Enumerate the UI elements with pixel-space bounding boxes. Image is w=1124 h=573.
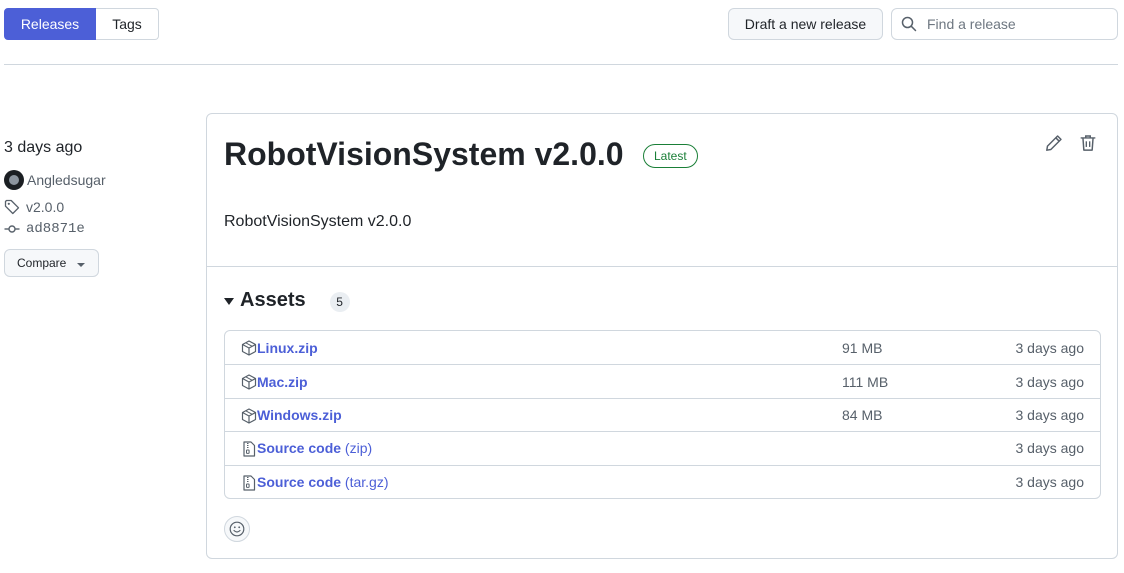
tag-icon [4, 199, 20, 215]
asset-date: 3 days ago [1015, 473, 1085, 490]
release-notes: RobotVisionSystem v2.0.0 [224, 213, 412, 230]
asset-link[interactable]: Source code (tar.gz) [257, 474, 389, 490]
asset-row: Windows.zip 84 MB 3 days ago [225, 397, 1100, 431]
release-commit[interactable]: ad8871e [4, 221, 85, 237]
file-zip-icon [243, 474, 256, 491]
release-title[interactable]: RobotVisionSystem v2.0.0 [224, 136, 624, 173]
assets-list: Linux.zip 91 MB 3 days ago Mac.zip 111 M… [224, 330, 1101, 499]
asset-row: Source code (zip) 3 days ago [225, 431, 1100, 464]
asset-row: Linux.zip 91 MB 3 days ago [225, 331, 1100, 364]
asset-date: 3 days ago [1015, 406, 1085, 423]
latest-badge: Latest [643, 144, 698, 168]
header-divider [4, 64, 1118, 65]
smiley-icon [229, 521, 245, 537]
add-reaction-button[interactable] [224, 516, 250, 542]
package-icon [241, 340, 257, 356]
asset-size: 91 MB [842, 339, 883, 356]
release-tag[interactable]: v2.0.0 [4, 199, 64, 215]
tab-tags[interactable]: Tags [96, 8, 159, 40]
avatar[interactable] [4, 170, 24, 190]
triangle-down-icon [224, 298, 234, 305]
asset-date: 3 days ago [1015, 440, 1085, 457]
pencil-icon[interactable] [1045, 134, 1063, 152]
tag-name[interactable]: v2.0.0 [26, 199, 64, 215]
commit-hash[interactable]: ad8871e [26, 221, 85, 237]
search-icon [901, 16, 917, 32]
asset-row: Source code (tar.gz) 3 days ago [225, 464, 1100, 498]
card-divider [207, 266, 1117, 267]
assets-toggle[interactable]: Assets 5 [224, 289, 350, 312]
draft-new-release-button[interactable]: Draft a new release [728, 8, 883, 40]
assets-heading: Assets [240, 289, 306, 311]
package-icon [241, 374, 257, 390]
find-release-search [891, 8, 1118, 40]
asset-size: 111 MB [842, 373, 889, 390]
compare-button[interactable]: Compare [4, 249, 99, 277]
asset-link[interactable]: Mac.zip [257, 374, 308, 390]
asset-row: Mac.zip 111 MB 3 days ago [225, 364, 1100, 397]
asset-link[interactable]: Linux.zip [257, 340, 318, 356]
package-icon [241, 408, 257, 424]
asset-date: 3 days ago [1015, 339, 1085, 356]
release-tabs: Releases Tags [4, 8, 159, 40]
asset-link[interactable]: Source code (zip) [257, 440, 372, 456]
chevron-down-icon [77, 262, 86, 267]
compare-label: Compare [17, 256, 67, 270]
release-date: 3 days ago [4, 139, 83, 156]
release-author[interactable]: Angledsugar [4, 170, 106, 190]
trash-icon[interactable] [1079, 134, 1097, 152]
asset-size: 84 MB [842, 406, 883, 423]
author-name[interactable]: Angledsugar [27, 172, 106, 188]
file-zip-icon [243, 441, 256, 457]
search-input[interactable] [927, 16, 1107, 32]
assets-count-badge: 5 [329, 291, 350, 312]
commit-icon [4, 225, 20, 233]
release-card: RobotVisionSystem v2.0.0 Latest RobotVis… [206, 113, 1118, 559]
asset-date: 3 days ago [1015, 373, 1085, 390]
asset-link[interactable]: Windows.zip [257, 407, 342, 423]
tab-releases[interactable]: Releases [4, 8, 96, 40]
